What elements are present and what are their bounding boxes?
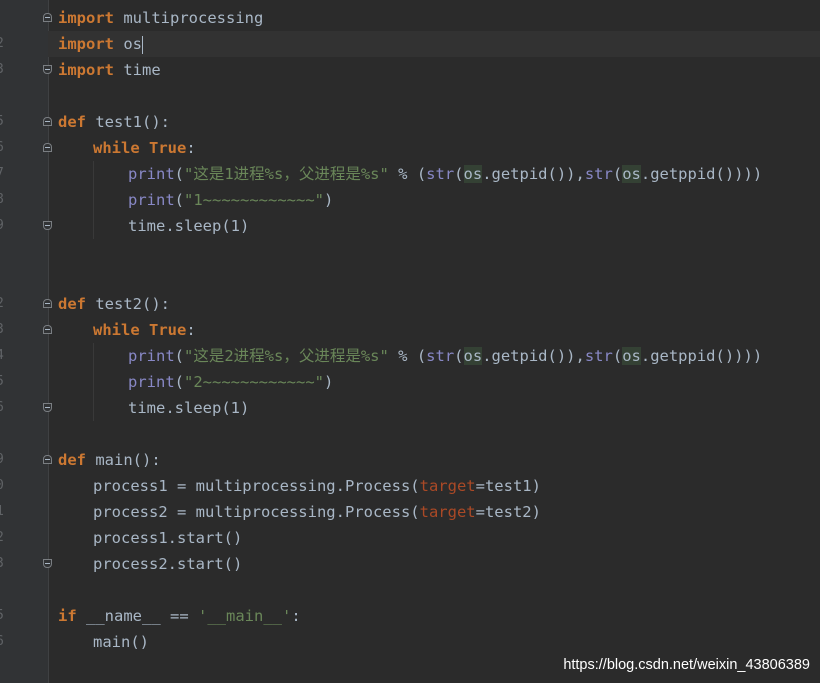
code-line[interactable]: def main(): [58,447,820,473]
code-line[interactable]: def test2(): [58,291,820,317]
line-number: 7 [0,161,8,187]
fold-collapse-icon[interactable] [43,325,52,334]
code-line[interactable]: while True: [58,135,820,161]
line-number: 3 [0,317,8,343]
code-line[interactable]: print("这是1进程%s，父进程是%s" % (str(os.getpid(… [58,161,820,187]
line-number: 6 [0,135,8,161]
code-line-current[interactable]: import os [48,31,820,57]
code-line[interactable]: process1.start() [58,525,820,551]
code-line[interactable]: import multiprocessing [58,5,820,31]
text-caret [142,35,143,54]
line-number: 1 [0,499,8,525]
line-number: 2 [0,525,8,551]
line-number: 2 [0,291,8,317]
code-line[interactable]: main() [58,629,820,655]
code-area[interactable]: import multiprocessing import os import … [48,0,820,683]
line-number: 5 [0,369,8,395]
code-line[interactable]: time.sleep(1) [58,395,820,421]
line-number: 3 [0,57,8,83]
line-number: 8 [0,187,8,213]
code-line[interactable]: def test1(): [58,109,820,135]
line-number: 5 [0,109,8,135]
code-line[interactable]: while True: [58,317,820,343]
code-line[interactable]: process1 = multiprocessing.Process(targe… [58,473,820,499]
code-line[interactable]: print("1~~~~~~~~~~~~") [58,187,820,213]
code-line[interactable]: import time [58,57,820,83]
code-line[interactable]: process2 = multiprocessing.Process(targe… [58,499,820,525]
code-line[interactable]: print("这是2进程%s，父进程是%s" % (str(os.getpid(… [58,343,820,369]
line-number: 9 [0,447,8,473]
line-number: 9 [0,213,8,239]
code-line[interactable]: time.sleep(1) [58,213,820,239]
fold-end-icon[interactable] [43,65,52,74]
fold-collapse-icon[interactable] [43,13,52,22]
code-line[interactable]: if __name__ == '__main__': [58,603,820,629]
code-line[interactable]: print("2~~~~~~~~~~~~") [58,369,820,395]
line-number: 0 [0,473,8,499]
line-number: 6 [0,629,8,655]
fold-collapse-icon[interactable] [43,117,52,126]
fold-collapse-icon[interactable] [43,143,52,152]
fold-collapse-icon[interactable] [43,455,52,464]
code-editor[interactable]: 2 3 5 6 7 8 9 2 3 4 5 6 9 0 1 2 3 5 6 im… [0,0,820,683]
line-number-gutter[interactable]: 2 3 5 6 7 8 9 2 3 4 5 6 9 0 1 2 3 5 6 [0,0,52,683]
line-number: 2 [0,31,8,57]
fold-end-icon[interactable] [43,221,52,230]
line-number: 6 [0,395,8,421]
line-number: 5 [0,603,8,629]
fold-end-icon[interactable] [43,403,52,412]
line-number: 3 [0,551,8,577]
fold-end-icon[interactable] [43,559,52,568]
watermark: https://blog.csdn.net/weixin_43806389 [563,657,810,673]
line-number: 4 [0,343,8,369]
code-line[interactable]: process2.start() [58,551,820,577]
fold-collapse-icon[interactable] [43,299,52,308]
